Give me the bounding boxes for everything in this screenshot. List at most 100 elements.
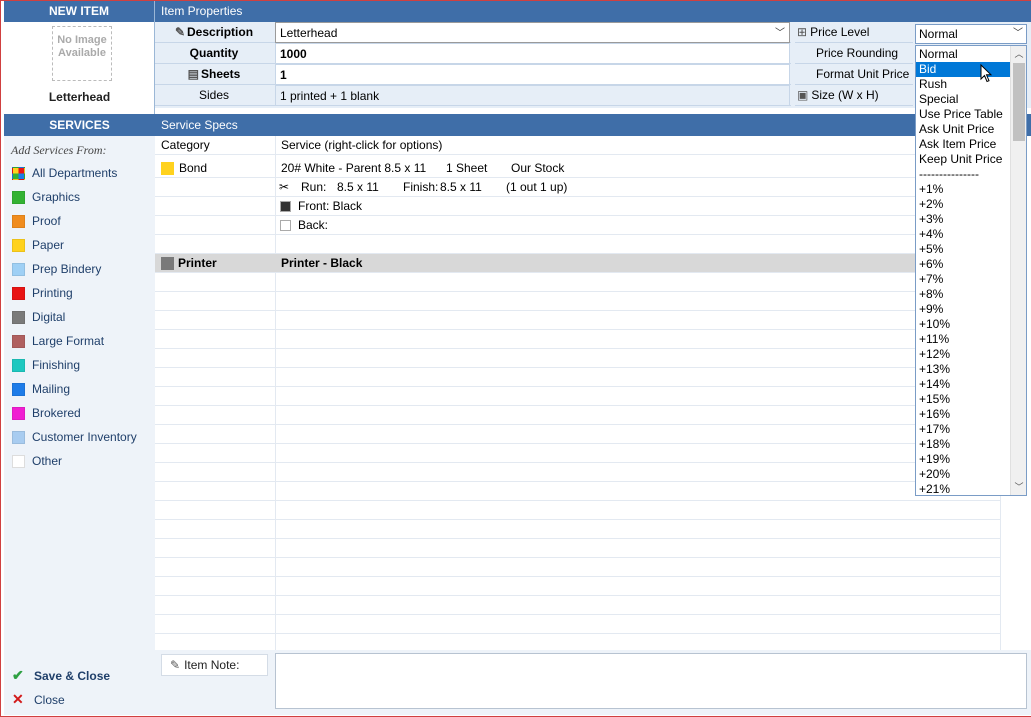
quantity-field[interactable]: 1000	[275, 43, 790, 64]
dropdown-option[interactable]: +5%	[916, 242, 1011, 257]
department-item[interactable]: Prep Bindery	[12, 260, 101, 278]
dropdown-option[interactable]: +19%	[916, 452, 1011, 467]
dropdown-option[interactable]: +12%	[916, 347, 1011, 362]
chevron-down-icon[interactable]: ﹀	[775, 23, 785, 44]
department-color-swatch	[12, 286, 25, 300]
department-color-swatch	[12, 382, 25, 396]
empty-grid-row	[155, 444, 1000, 463]
printer-service: Printer - Black	[281, 256, 363, 270]
dropdown-option[interactable]: +13%	[916, 362, 1011, 377]
no-image-placeholder[interactable]: No Image Available	[52, 26, 112, 81]
dropdown-option[interactable]: +7%	[916, 272, 1011, 287]
dropdown-option[interactable]: +17%	[916, 422, 1011, 437]
empty-grid-row	[155, 501, 1000, 520]
department-item[interactable]: Large Format	[12, 332, 104, 350]
pencil-icon: ✎	[174, 25, 186, 39]
close-button[interactable]: ✕ Close	[12, 691, 65, 708]
run-size: 8.5 x 11	[337, 180, 379, 194]
dropdown-option[interactable]: +4%	[916, 227, 1011, 242]
dropdown-option[interactable]: Ask Unit Price	[916, 122, 1011, 137]
new-item-header: NEW ITEM	[4, 1, 154, 22]
dropdown-option[interactable]: Ask Item Price	[916, 137, 1011, 152]
department-label: Customer Inventory	[32, 430, 137, 444]
dropdown-option[interactable]: Special	[916, 92, 1011, 107]
department-item[interactable]: Digital	[12, 308, 65, 326]
description-row: ✎ Description Letterhead ﹀	[155, 22, 791, 43]
add-services-label: Add Services From:	[11, 143, 107, 157]
department-label: Mailing	[32, 382, 71, 396]
department-item[interactable]: Graphics	[12, 188, 80, 206]
left-panel: NEW ITEM No Image Available Letterhead S…	[4, 1, 155, 715]
dropdown-option[interactable]: Keep Unit Price	[916, 152, 1011, 167]
dropdown-scrollbar[interactable]: ︿ ﹀	[1010, 46, 1026, 495]
save-close-label: Save & Close	[34, 668, 111, 683]
save-close-button[interactable]: ✔ Save & Close	[12, 667, 110, 684]
dropdown-option[interactable]: Use Price Table	[916, 107, 1011, 122]
dropdown-option[interactable]: +6%	[916, 257, 1011, 272]
checkmark-icon: ✔	[12, 667, 24, 683]
dropdown-option[interactable]: +1%	[916, 182, 1011, 197]
dropdown-option[interactable]: +10%	[916, 317, 1011, 332]
sheets-field[interactable]: 1	[275, 64, 790, 85]
back-ink-swatch	[280, 220, 291, 231]
department-item[interactable]: Customer Inventory	[12, 428, 137, 446]
department-item[interactable]: Finishing	[12, 356, 80, 374]
department-item[interactable]: Other	[12, 452, 62, 470]
empty-grid-row	[155, 520, 1000, 539]
dropdown-option[interactable]: +14%	[916, 377, 1011, 392]
printer-row[interactable]: Printer Printer - Black	[155, 254, 1000, 273]
dropdown-option[interactable]: +18%	[916, 437, 1011, 452]
department-color-swatch	[12, 166, 25, 180]
department-item[interactable]: Printing	[12, 284, 73, 302]
department-item[interactable]: Proof	[12, 212, 61, 230]
empty-grid-row	[155, 349, 1000, 368]
scroll-up-icon[interactable]: ︿	[1011, 46, 1026, 62]
scroll-down-icon[interactable]: ﹀	[1011, 479, 1026, 495]
department-item[interactable]: Mailing	[12, 380, 70, 398]
dropdown-option[interactable]: +8%	[916, 287, 1011, 302]
dropdown-option[interactable]: +20%	[916, 467, 1011, 482]
empty-grid-row	[155, 368, 1000, 387]
department-color-swatch	[12, 310, 25, 324]
department-color-swatch	[12, 454, 25, 468]
item-note-label[interactable]: ✎ Item Note:	[161, 654, 268, 676]
item-note-input[interactable]	[275, 653, 1027, 709]
empty-grid-row	[155, 615, 1000, 634]
bond-row[interactable]: Bond 20# White - Parent 8.5 x 11 1 Sheet…	[155, 159, 1000, 178]
item-name: Letterhead	[48, 90, 111, 104]
dropdown-option[interactable]: +16%	[916, 407, 1011, 422]
description-field[interactable]: Letterhead ﹀	[275, 22, 790, 43]
department-item[interactable]: Brokered	[12, 404, 81, 422]
department-label: Brokered	[32, 406, 81, 420]
dropdown-option[interactable]: +3%	[916, 212, 1011, 227]
quantity-label: Quantity	[189, 46, 239, 60]
chevron-down-icon[interactable]: ﹀	[1013, 25, 1023, 43]
close-icon: ✕	[12, 691, 24, 707]
empty-grid-row	[155, 463, 1000, 482]
printer-color-swatch	[161, 257, 174, 270]
dropdown-option[interactable]: Rush	[916, 77, 1011, 92]
dropdown-option[interactable]: +9%	[916, 302, 1011, 317]
price-level-select[interactable]: Normal ﹀	[915, 24, 1027, 44]
dropdown-option[interactable]: +11%	[916, 332, 1011, 347]
sides-field[interactable]: 1 printed + 1 blank	[275, 85, 790, 106]
bond-color-swatch	[161, 162, 174, 175]
department-item[interactable]: Paper	[12, 236, 64, 254]
dropdown-option[interactable]: +2%	[916, 197, 1011, 212]
service-column-header: Service (right-click for options)	[281, 138, 443, 152]
price-level-dropdown[interactable]: Normal Bid Rush Special Use Price Table Ask U…	[915, 45, 1027, 496]
dropdown-option[interactable]: Normal	[916, 47, 1011, 62]
empty-grid-row	[155, 577, 1000, 596]
dropdown-option[interactable]: +21%	[916, 482, 1011, 495]
department-color-swatch	[12, 190, 25, 204]
sheets-label: ▤ Sheets	[187, 67, 241, 81]
department-item[interactable]: All Departments	[12, 164, 117, 182]
dropdown-option[interactable]: Bid	[916, 62, 1011, 77]
empty-grid-row	[155, 539, 1000, 558]
dropdown-option[interactable]: +15%	[916, 392, 1011, 407]
new-item-window: NEW ITEM No Image Available Letterhead S…	[0, 0, 1031, 717]
empty-grid-row	[155, 387, 1000, 406]
bond-category: Bond	[161, 159, 207, 178]
out-up-text: (1 out 1 up)	[506, 180, 568, 194]
scrollbar-thumb[interactable]	[1013, 63, 1025, 141]
